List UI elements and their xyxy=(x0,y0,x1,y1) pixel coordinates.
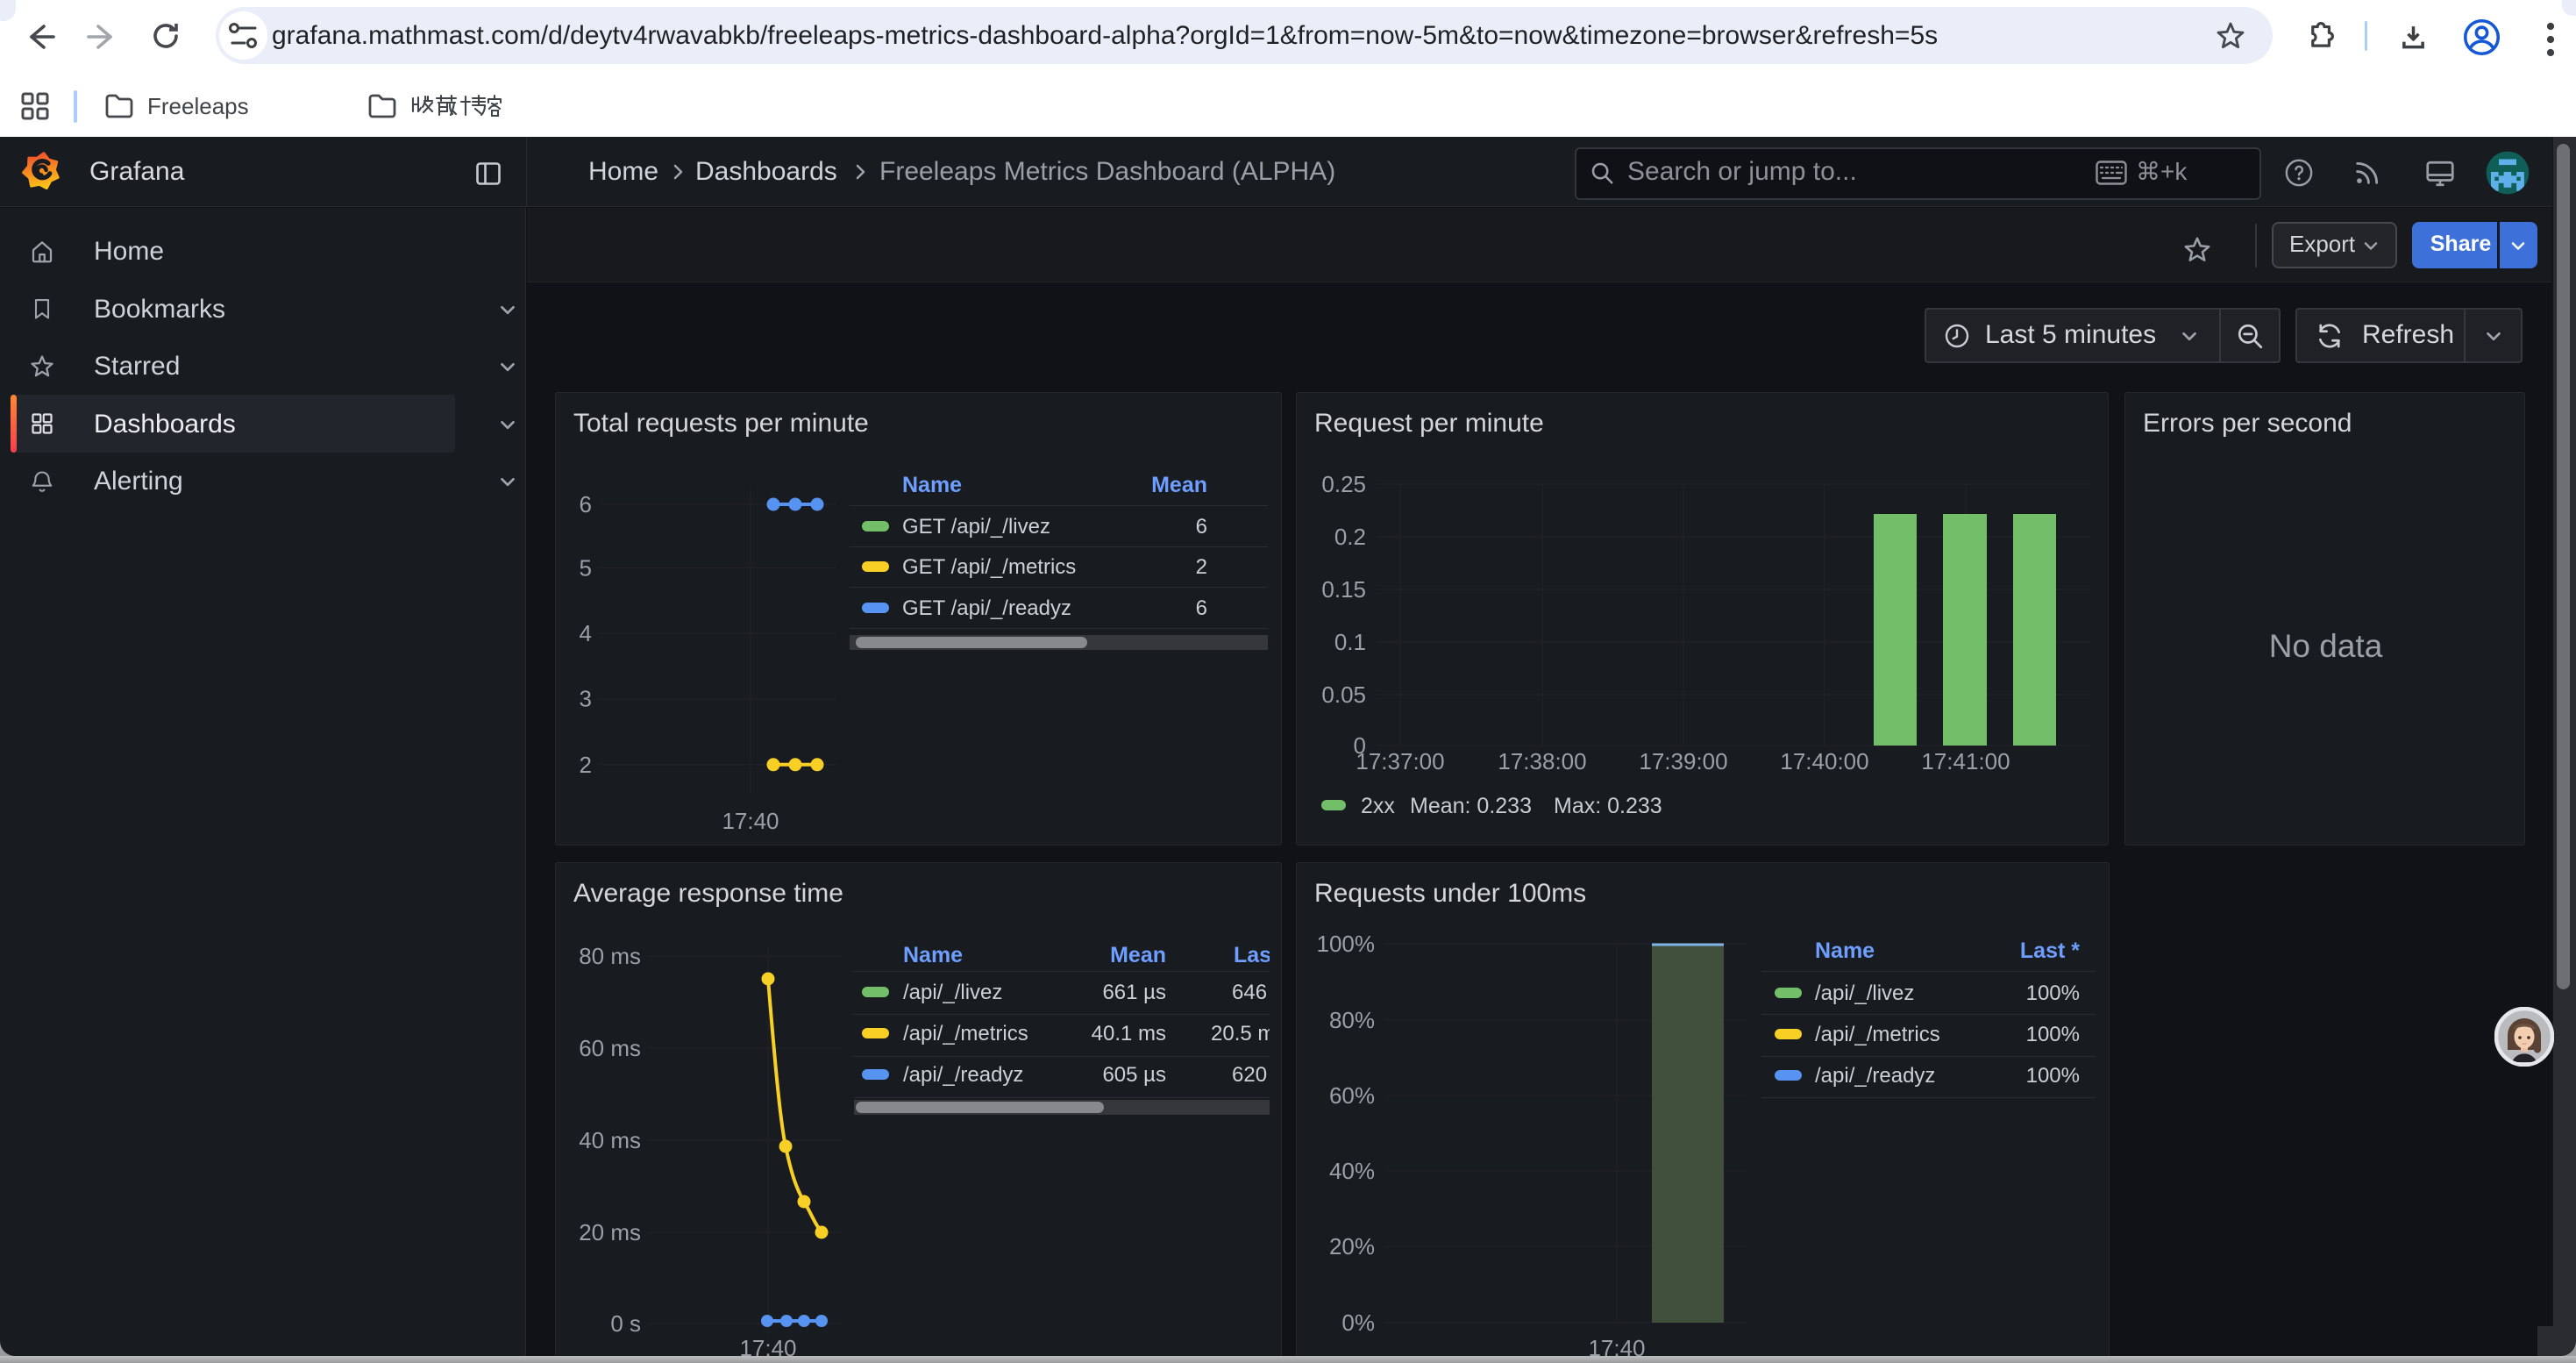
svg-text:5: 5 xyxy=(580,555,592,582)
svg-text:6: 6 xyxy=(580,491,592,517)
svg-text:100%: 100% xyxy=(1317,931,1376,957)
svg-text:60%: 60% xyxy=(1329,1082,1375,1109)
svg-text:0.25: 0.25 xyxy=(1321,471,1366,497)
svg-text:80 ms: 80 ms xyxy=(579,943,641,969)
svg-text:17:40: 17:40 xyxy=(722,808,779,834)
svg-text:20%: 20% xyxy=(1329,1233,1375,1260)
svg-text:17:38:00: 17:38:00 xyxy=(1498,748,1586,774)
svg-text:17:41:00: 17:41:00 xyxy=(1921,748,2010,774)
svg-text:0 s: 0 s xyxy=(610,1310,641,1337)
svg-text:0.1: 0.1 xyxy=(1334,629,1366,655)
svg-text:17:39:00: 17:39:00 xyxy=(1639,748,1727,774)
svg-text:17:40:00: 17:40:00 xyxy=(1780,748,1868,774)
svg-text:2: 2 xyxy=(580,752,592,778)
svg-text:0.2: 0.2 xyxy=(1334,524,1366,550)
svg-text:60 ms: 60 ms xyxy=(579,1035,641,1061)
svg-text:2xx: 2xx xyxy=(1361,794,1395,818)
svg-text:Max: 0.233: Max: 0.233 xyxy=(1554,794,1662,818)
svg-text:3: 3 xyxy=(580,686,592,712)
svg-text:4: 4 xyxy=(580,620,592,646)
svg-text:80%: 80% xyxy=(1329,1007,1375,1033)
svg-text:0.05: 0.05 xyxy=(1321,682,1366,708)
svg-text:40%: 40% xyxy=(1329,1158,1375,1184)
svg-text:Mean: 0.233: Mean: 0.233 xyxy=(1410,794,1532,818)
svg-text:20 ms: 20 ms xyxy=(579,1219,641,1245)
svg-text:0%: 0% xyxy=(1341,1309,1375,1336)
svg-text:17:37:00: 17:37:00 xyxy=(1356,748,1444,774)
svg-text:0.15: 0.15 xyxy=(1321,576,1366,603)
svg-text:40 ms: 40 ms xyxy=(579,1127,641,1153)
